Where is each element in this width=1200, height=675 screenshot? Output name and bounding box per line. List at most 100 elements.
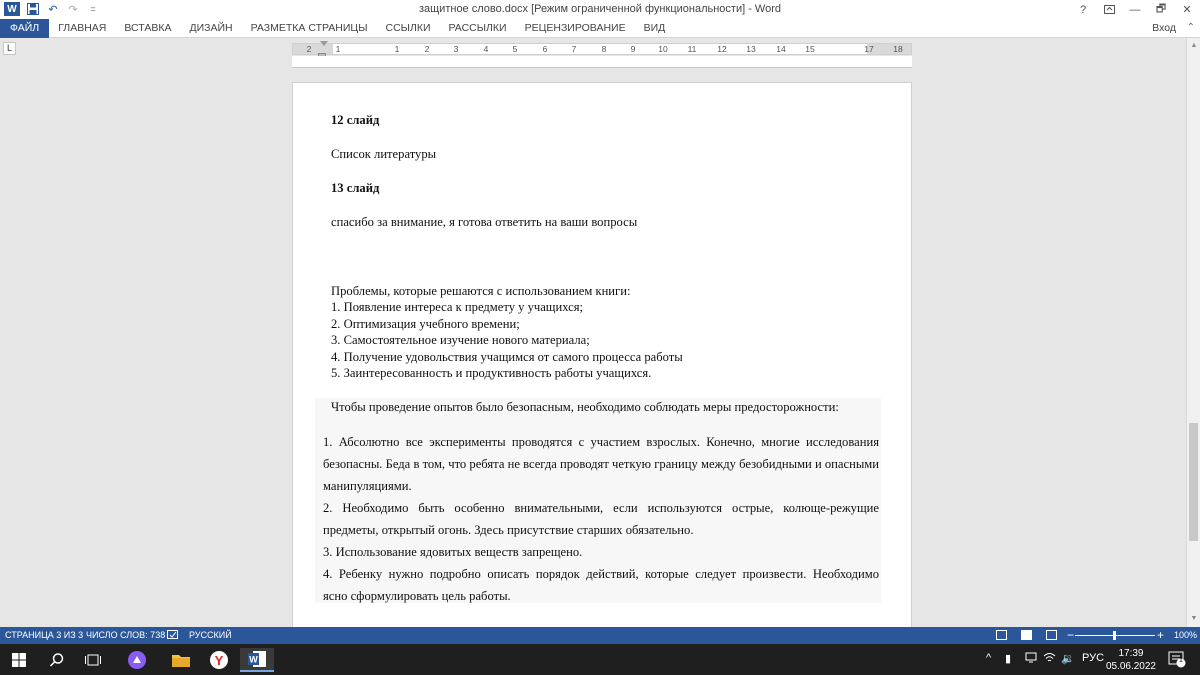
previous-page-bottom [292,56,912,68]
battery-icon[interactable]: ▮ [1005,652,1011,665]
document-page[interactable]: 12 слайд Список литературы 13 слайд спас… [292,82,912,627]
notifications-icon[interactable]: 1 [1168,650,1186,671]
file-explorer-icon[interactable] [164,648,198,672]
tab-review[interactable]: РЕЦЕНЗИРОВАНИЕ [516,19,635,38]
tab-file[interactable]: ФАЙЛ [0,19,50,38]
safety-item-4-line-1: 4. Ребенку нужно подробно описать порядо… [323,567,879,581]
window-title: защитное слово.docx [Режим ограниченной … [418,3,782,15]
tab-selector[interactable]: L [3,42,16,55]
clock[interactable]: 17:39 05.06.2022 [1106,647,1156,673]
tab-view[interactable]: ВИД [635,19,675,38]
safety-item-1-line-1: 1. Абсолютно все эксперименты проводятся… [323,435,879,449]
safety-item-1-line-2: безопасны. Беда в том, что ребята не все… [323,457,879,471]
notification-count: 1 [1179,657,1183,664]
ruler-number: 10 [658,44,668,54]
sign-in-link[interactable]: Вход [1152,19,1176,38]
ruler-numbers: 2 1 1 2 3 4 5 6 7 8 9 10 11 12 13 14 15 … [293,44,911,54]
page-counter[interactable]: СТРАНИЦА 3 ИЗ 3 [5,630,83,640]
scrollbar-thumb[interactable] [1189,423,1198,541]
help-button[interactable]: ? [1070,0,1096,19]
ruler-number: 2 [306,44,312,54]
wifi-icon[interactable] [1043,652,1056,666]
safety-item-1-line-3: манипуляциями. [323,479,412,493]
ruler-number: 1 [335,44,341,54]
status-bar: СТРАНИЦА 3 ИЗ 3 ЧИСЛО СЛОВ: 738 РУССКИЙ … [0,627,1200,644]
ruler-number: 7 [571,44,577,54]
read-mode-icon[interactable] [996,630,1007,640]
input-language[interactable]: РУС [1082,652,1104,664]
network-icon[interactable] [1025,652,1037,666]
heading-slide-13: 13 слайд [331,181,380,195]
ruler-number: 18 [893,44,903,54]
document-area[interactable]: 12 слайд Список литературы 13 слайд спас… [0,56,1186,627]
safety-item-2-line-1: 2. Необходимо быть особенно внимательным… [323,501,879,515]
list-item: 2. Оптимизация учебного времени; [331,317,520,331]
list-item: 3. Самостоятельное изучение нового матер… [331,333,590,347]
heading-slide-12: 12 слайд [331,113,380,127]
scroll-up-icon[interactable]: ▲ [1187,40,1200,52]
tab-references[interactable]: ССЫЛКИ [376,19,439,38]
ruler-number: 6 [542,44,548,54]
horizontal-ruler[interactable]: 2 1 1 2 3 4 5 6 7 8 9 10 11 12 13 14 15 … [292,43,912,55]
print-layout-icon[interactable] [1021,630,1032,640]
ruler-number: 11 [687,44,697,54]
chevron-up-icon[interactable]: ⌃ [1187,22,1195,33]
ruler-number: 8 [601,44,607,54]
svg-text:W: W [249,655,258,665]
tab-design[interactable]: ДИЗАЙН [180,19,241,38]
ruler-number: 4 [483,44,489,54]
first-line-indent-marker[interactable] [320,41,328,46]
proofing-icon[interactable] [167,630,179,642]
task-view-icon[interactable] [76,648,110,672]
ruler-number: 5 [512,44,518,54]
volume-icon[interactable]: 🔉 [1061,652,1075,665]
show-hidden-icons[interactable]: ^ [986,652,991,664]
tab-home[interactable]: ГЛАВНАЯ [49,19,115,38]
list-item: 1. Появление интереса к предмету у учащи… [331,300,584,314]
clock-time: 17:39 [1118,648,1144,659]
clock-date: 05.06.2022 [1105,661,1156,672]
list-item: 4. Получение удовольствия учащимся от са… [331,350,683,364]
safety-item-4-line-2: ясно сформулировать цель работы. [323,589,511,603]
ruler-number: 14 [776,44,786,54]
windows-taskbar: Y W ^ ▮ 🔉 РУС 17:39 05.06.2022 1 [0,644,1200,675]
paragraph-literature: Список литературы [331,147,437,161]
svg-text:Y: Y [215,653,224,668]
ribbon-tabs: ФАЙЛ ГЛАВНАЯ ВСТАВКА ДИЗАЙН РАЗМЕТКА СТР… [0,19,1200,38]
vertical-scrollbar[interactable]: ▲ ▼ [1186,38,1200,627]
word-count[interactable]: ЧИСЛО СЛОВ: 738 [86,630,165,640]
safety-intro: Чтобы проведение опытов было безопасным,… [331,400,839,414]
safety-item-3-line-1: 3. Использование ядовитых веществ запрещ… [323,545,583,559]
ruler-number: 2 [424,44,430,54]
windows-start-icon[interactable] [2,648,36,672]
ribbon-display-options-icon[interactable] [1096,0,1122,19]
ruler-number: 12 [717,44,727,54]
restore-button[interactable]: 🗗 [1148,0,1174,19]
ruler-number: 17 [864,44,874,54]
ruler-number: 9 [630,44,636,54]
alice-assistant-icon[interactable] [120,648,154,672]
web-layout-icon[interactable] [1046,630,1057,640]
zoom-out-button[interactable]: − [1067,628,1074,642]
scroll-down-icon[interactable]: ▼ [1187,613,1200,625]
zoom-slider-thumb[interactable] [1113,631,1116,640]
close-button[interactable]: ✕ [1174,0,1200,19]
ruler-number: 13 [746,44,756,54]
minimize-button[interactable]: — [1122,0,1148,19]
ruler-number: 15 [805,44,815,54]
ruler-number: 3 [453,44,459,54]
tab-insert[interactable]: ВСТАВКА [115,19,180,38]
word-taskbar-icon[interactable]: W [240,648,274,672]
zoom-in-button[interactable]: + [1157,628,1164,642]
language-indicator[interactable]: РУССКИЙ [189,630,232,640]
ruler-number: 1 [394,44,400,54]
tab-page-layout[interactable]: РАЗМЕТКА СТРАНИЦЫ [242,19,377,38]
list-item: 5. Заинтересованность и продуктивность р… [331,366,652,380]
paragraph-thanks: спасибо за внимание, я готова ответить н… [331,215,638,229]
safety-item-2-line-2: предметы, открытый огонь. Здесь присутст… [323,523,694,537]
tab-mailings[interactable]: РАССЫЛКИ [440,19,516,38]
search-icon[interactable] [40,648,74,672]
yandex-browser-icon[interactable]: Y [202,648,236,672]
title-bar: W ↶ ↷ = защитное слово.docx [Режим огран… [0,0,1200,19]
zoom-level[interactable]: 100% [1174,630,1197,640]
